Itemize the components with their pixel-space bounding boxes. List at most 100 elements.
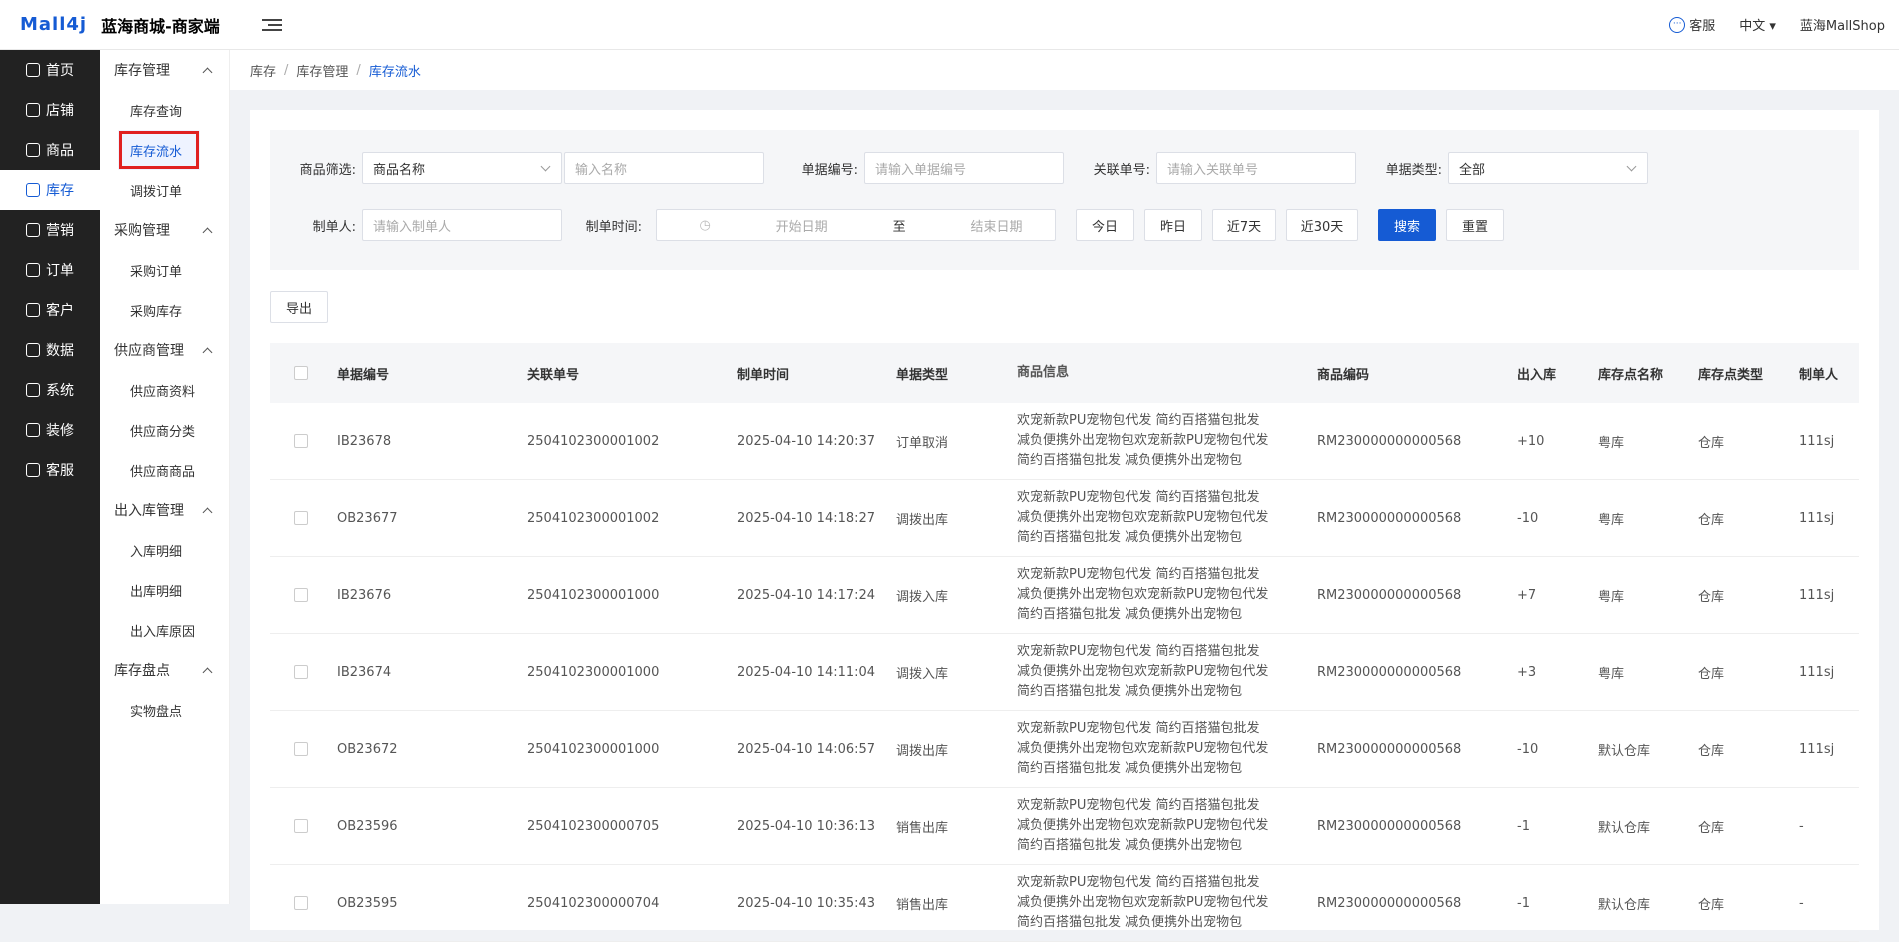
customer-service-button[interactable]: ··· 客服 — [1669, 15, 1715, 34]
table-row: IB23676 2504102300001000 2025-04-10 14:17:… — [270, 557, 1859, 634]
inventory-flow-table: 单据编号 关联单号 制单时间 单据类型 商品信息 商品编码 出入库 库存点名称 … — [270, 343, 1859, 942]
row-goods-info: 欢宠新款PU宠物包代发 简约百搭猫包批发 减负便携外出宠物包欢宠新款PU宠物包代… — [1017, 644, 1269, 699]
row-doc-type: 订单取消 — [896, 435, 949, 451]
select-all-checkbox[interactable] — [294, 366, 308, 380]
menu-group-stocktake[interactable]: 库存盘点 — [100, 650, 229, 690]
row-goods-code: RM230000000000568 — [1317, 818, 1462, 834]
yesterday-button[interactable]: 昨日 — [1144, 209, 1202, 241]
end-date[interactable]: 结束日期 — [970, 216, 1022, 235]
row-checkbox[interactable] — [294, 896, 308, 910]
menu-group-inout[interactable]: 出入库管理 — [100, 490, 229, 530]
system-icon — [26, 383, 40, 397]
sidebar-item-decoration[interactable]: 装修 — [0, 410, 100, 450]
sidebar-item-marketing[interactable]: 营销 — [0, 210, 100, 250]
row-maker: 111sj — [1799, 664, 1835, 680]
menu-item-supplier-goods[interactable]: 供应商商品 — [100, 450, 229, 490]
menu-item-inventory-flow[interactable]: 库存流水 — [118, 130, 200, 170]
related-no-input[interactable]: 请输入关联单号 — [1156, 152, 1356, 184]
menu-item-supplier-info[interactable]: 供应商资料 — [100, 370, 229, 410]
sidebar-item-system[interactable]: 系统 — [0, 370, 100, 410]
row-checkbox[interactable] — [294, 588, 308, 602]
language-select[interactable]: 中文 ▾ — [1739, 15, 1776, 34]
date-range-picker[interactable]: ◷ 开始日期 至 结束日期 — [656, 209, 1056, 241]
row-checkbox[interactable] — [294, 665, 308, 679]
menu-collapse-icon[interactable] — [261, 15, 282, 35]
row-inout-qty: +10 — [1517, 433, 1545, 449]
row-goods-code: RM230000000000568 — [1317, 510, 1462, 526]
row-point-name: 粤库 — [1598, 512, 1625, 528]
table-row: IB23678 2504102300001002 2025-04-10 14:20:… — [270, 403, 1859, 480]
doc-type-select[interactable]: 全部 — [1448, 152, 1648, 184]
header-related-no: 关联单号 — [527, 367, 580, 383]
row-checkbox[interactable] — [294, 434, 308, 448]
row-point-name: 默认仓库 — [1598, 820, 1651, 836]
table-row: OB23596 2504102300000705 2025-04-10 10:36:… — [270, 788, 1859, 865]
today-button[interactable]: 今日 — [1076, 209, 1134, 241]
menu-item-purchase-order[interactable]: 采购订单 — [100, 250, 229, 290]
row-related-no: 2504102300001000 — [527, 664, 660, 680]
menu-group-supplier[interactable]: 供应商管理 — [100, 330, 229, 370]
menu-item-inventory-query[interactable]: 库存查询 — [100, 90, 229, 130]
row-goods-info: 欢宠新款PU宠物包代发 简约百搭猫包批发 减负便携外出宠物包欢宠新款PU宠物包代… — [1017, 490, 1269, 545]
row-checkbox[interactable] — [294, 819, 308, 833]
reset-button[interactable]: 重置 — [1446, 209, 1504, 241]
goods-name-input[interactable]: 输入名称 — [564, 152, 764, 184]
menu-item-physical-count[interactable]: 实物盘点 — [100, 690, 229, 730]
menu-group-purchase[interactable]: 采购管理 — [100, 210, 229, 250]
brand-title: 蓝海商城-商家端 — [101, 16, 220, 36]
sidebar-item-customer[interactable]: 客户 — [0, 290, 100, 330]
breadcrumb-inventory[interactable]: 库存 — [250, 61, 276, 80]
content-panel: 商品筛选: 商品名称 输入名称 单据编号: 请输入单据编号 关联单号: 请输入关… — [250, 110, 1879, 942]
row-related-no: 2504102300000705 — [527, 818, 660, 834]
home-icon — [26, 63, 40, 77]
header-point-type: 库存点类型 — [1698, 367, 1764, 383]
last-7-days-button[interactable]: 近7天 — [1212, 209, 1276, 241]
sidebar-item-home[interactable]: 首页 — [0, 50, 100, 90]
row-related-no: 2504102300001000 — [527, 587, 660, 603]
row-doc-type: 销售出库 — [896, 820, 949, 836]
chat-icon: ··· — [1669, 16, 1686, 33]
sidebar-item-order[interactable]: 订单 — [0, 250, 100, 290]
row-goods-code: RM230000000000568 — [1317, 741, 1462, 757]
row-related-no: 2504102300001000 — [527, 741, 660, 757]
breadcrumb-inventory-mgmt[interactable]: 库存管理 — [296, 61, 348, 80]
sidebar-item-chat[interactable]: 客服 — [0, 450, 100, 490]
start-date[interactable]: 开始日期 — [776, 216, 828, 235]
header-doc-no: 单据编号 — [337, 367, 390, 383]
doc-no-input[interactable]: 请输入单据编号 — [864, 152, 1064, 184]
table-row: OB23677 2504102300001002 2025-04-10 14:18:… — [270, 480, 1859, 557]
export-button[interactable]: 导出 — [270, 291, 328, 323]
row-point-name: 默认仓库 — [1598, 897, 1651, 913]
menu-item-outbound-detail[interactable]: 出库明细 — [100, 570, 229, 610]
goods-filter-select[interactable]: 商品名称 — [362, 152, 562, 184]
row-point-name: 粤库 — [1598, 435, 1625, 451]
row-inout-qty: +3 — [1517, 664, 1537, 680]
row-related-no: 2504102300001002 — [527, 510, 660, 526]
primary-sidebar: 首页 店铺 商品 库存 营销 订单 客户 数据 系统 装修 客服 — [0, 50, 100, 904]
menu-item-inout-reason[interactable]: 出入库原因 — [100, 610, 229, 650]
goods-filter-label: 商品筛选: — [299, 162, 356, 178]
menu-item-inbound-detail[interactable]: 入库明细 — [100, 530, 229, 570]
sidebar-item-goods[interactable]: 商品 — [0, 130, 100, 170]
row-point-type: 仓库 — [1698, 435, 1725, 451]
logo[interactable]: Mall4j — [20, 14, 87, 35]
row-checkbox[interactable] — [294, 511, 308, 525]
row-make-time: 2025-04-10 14:11:04 — [737, 664, 876, 680]
table-header: 单据编号 关联单号 制单时间 单据类型 商品信息 商品编码 出入库 库存点名称 … — [270, 343, 1859, 403]
sidebar-item-data[interactable]: 数据 — [0, 330, 100, 370]
maker-input[interactable]: 请输入制单人 — [362, 209, 562, 241]
maker-label: 制单人: — [312, 219, 356, 235]
chevron-up-icon — [202, 67, 213, 77]
menu-item-supplier-category[interactable]: 供应商分类 — [100, 410, 229, 450]
row-doc-type: 调拨入库 — [896, 666, 949, 682]
menu-group-inventory[interactable]: 库存管理 — [100, 50, 229, 90]
sidebar-item-store[interactable]: 店铺 — [0, 90, 100, 130]
sidebar-item-inventory[interactable]: 库存 — [0, 170, 100, 210]
row-checkbox[interactable] — [294, 742, 308, 756]
search-button[interactable]: 搜索 — [1378, 209, 1436, 241]
menu-item-purchase-stock[interactable]: 采购库存 — [100, 290, 229, 330]
last-30-days-button[interactable]: 近30天 — [1286, 209, 1358, 241]
user-menu[interactable]: 蓝海MallShop — [1800, 15, 1885, 34]
menu-item-transfer-order[interactable]: 调拨订单 — [100, 170, 229, 210]
marketing-icon — [26, 223, 40, 237]
